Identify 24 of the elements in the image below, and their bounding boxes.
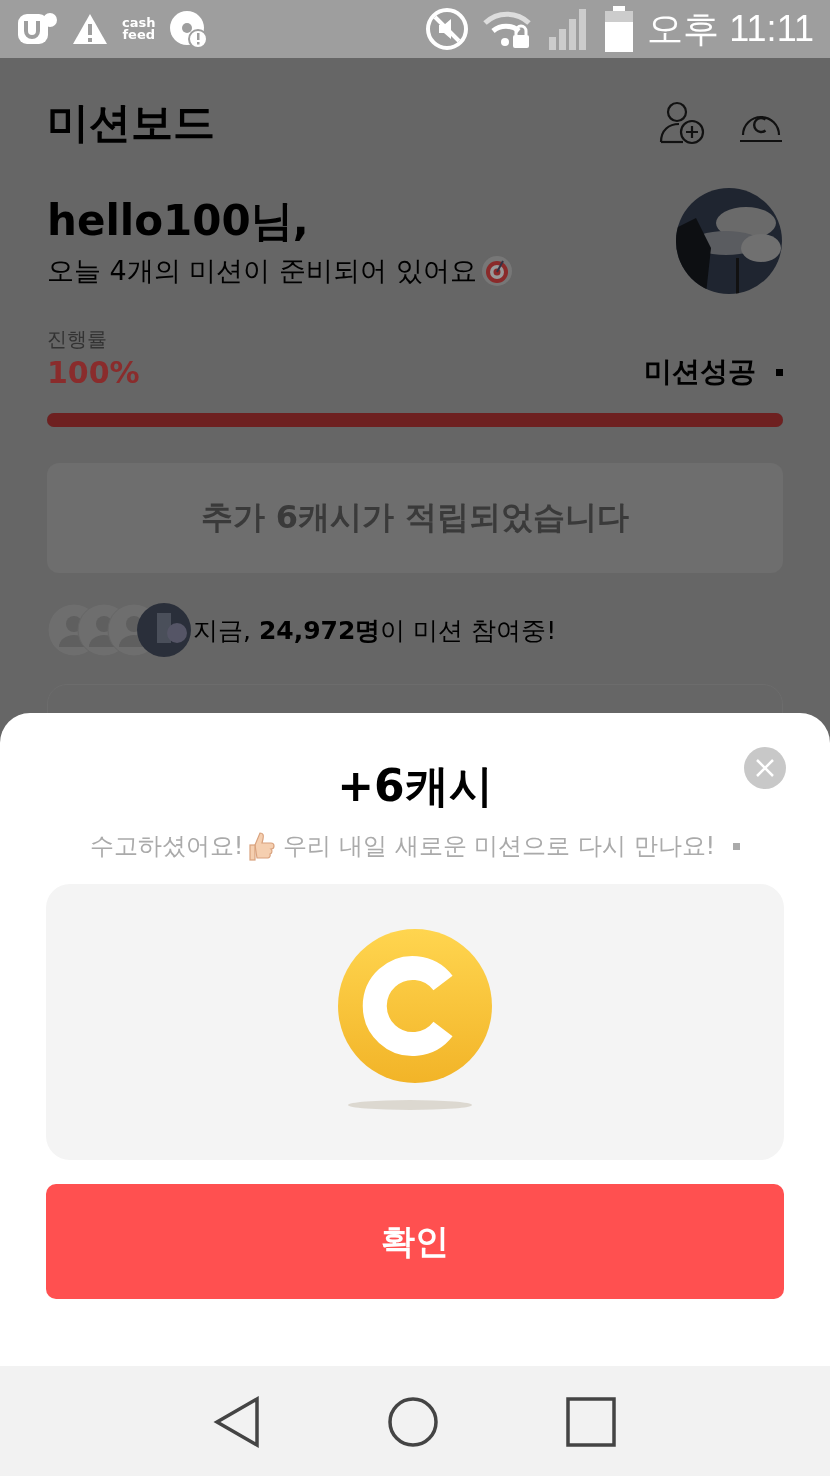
warning-icon	[72, 13, 108, 45]
square-icon	[776, 368, 783, 376]
app-logo: cash feed	[122, 17, 156, 41]
mission-status: 미션성공	[644, 354, 756, 390]
confirm-button[interactable]: 확인	[46, 1184, 784, 1299]
greeting-message: 오늘 4개의 미션이 준비되어 있어요	[47, 254, 477, 288]
target-icon	[480, 255, 513, 287]
page-title: 미션보드	[47, 97, 216, 149]
home-icon[interactable]	[387, 1395, 439, 1448]
battery-icon	[605, 6, 634, 52]
thumbs-up-icon	[249, 831, 278, 861]
status-time: 오후 11:11	[647, 6, 814, 51]
square-icon	[733, 842, 741, 850]
mute-icon	[425, 7, 470, 51]
reward-message: 수고하셨어요!	[89, 831, 244, 862]
close-icon	[755, 758, 775, 778]
reward-title: +6캐시	[336, 759, 494, 813]
progress-percent: 100%	[47, 354, 140, 390]
recents-icon[interactable]	[565, 1395, 617, 1448]
participant-count: 지금, 24,972명이 미션 참여중!	[193, 614, 557, 647]
greeting-name: hello100님,	[47, 195, 310, 247]
back-icon[interactable]	[213, 1395, 261, 1448]
add-friend-icon[interactable]	[659, 100, 705, 146]
reward-message: 우리 내일 새로운 미션으로 다시 만나요!	[283, 831, 716, 862]
